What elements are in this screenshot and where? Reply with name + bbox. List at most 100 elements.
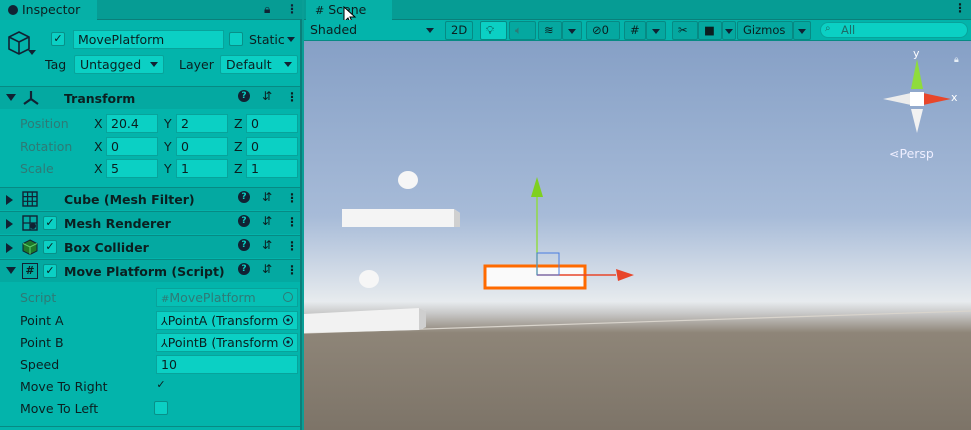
gizmo-negx-cone-icon[interactable] — [883, 93, 911, 105]
chevron-down-icon — [426, 28, 434, 33]
persp-label: Persp — [899, 146, 934, 161]
tools-toggle[interactable]: ✂ — [672, 21, 698, 40]
help-icon[interactable]: ? — [238, 239, 250, 251]
foldout-collapsed-icon[interactable] — [6, 219, 13, 229]
foldout-expanded-icon[interactable] — [6, 94, 16, 101]
rotation-z-field[interactable]: 0 — [246, 137, 298, 156]
platform-lower[interactable] — [304, 308, 426, 333]
selected-move-platform[interactable] — [483, 264, 587, 290]
active-checkbox[interactable]: ✓ — [51, 32, 65, 46]
hidden-count: 0 — [601, 23, 609, 37]
box-collider-header[interactable]: ✓ Box Collider ? ⇵ ⋮ — [0, 235, 300, 258]
effects-toggle[interactable]: ≋ — [538, 21, 562, 40]
hidden-objects-toggle[interactable]: ⊘0 — [586, 21, 620, 40]
scene-tab-menu-icon[interactable]: ⋮ — [954, 1, 966, 15]
scale-x-field[interactable]: 5 — [106, 159, 158, 178]
preset-icon[interactable]: ⇵ — [262, 262, 272, 276]
gizmo-y-cone-icon[interactable] — [911, 59, 923, 89]
preset-icon[interactable]: ⇵ — [262, 238, 272, 252]
layer-dropdown[interactable]: Default — [220, 55, 298, 74]
transform-header[interactable]: Transform ? ⇵ ⋮ — [0, 86, 300, 109]
gizmo-y-label: y — [913, 47, 920, 60]
point-b-field[interactable]: ⅄PointB (Transform — [156, 333, 298, 352]
box-collider-enabled-checkbox[interactable]: ✓ — [43, 240, 57, 254]
gizmo-x-cone-icon[interactable] — [923, 93, 951, 105]
toggle-2d-button[interactable]: 2D — [445, 21, 473, 40]
preset-icon[interactable]: ⇵ — [262, 214, 272, 228]
help-icon[interactable]: ? — [238, 90, 250, 102]
icon-dropdown-arrow[interactable] — [28, 50, 36, 55]
camera-toggle[interactable]: ■ — [698, 21, 722, 40]
gizmo-lock-icon[interactable]: 🔒︎ — [954, 55, 959, 65]
mesh-renderer-enabled-checkbox[interactable]: ✓ — [43, 216, 57, 230]
grid-dropdown[interactable] — [646, 21, 666, 40]
scene-tab-bar: # Scene ⋮ — [304, 0, 971, 26]
position-z-field[interactable]: 0 — [246, 114, 298, 133]
preset-icon[interactable]: ⇵ — [262, 89, 272, 103]
scale-y-field[interactable]: 1 — [176, 159, 228, 178]
mesh-filter-header[interactable]: Cube (Mesh Filter) ? ⇵ ⋮ — [0, 187, 300, 210]
foldout-collapsed-icon[interactable] — [6, 243, 13, 253]
position-x-field[interactable]: 20.4 — [106, 114, 158, 133]
preset-icon[interactable]: ⇵ — [262, 190, 272, 204]
object-picker-icon[interactable] — [283, 315, 293, 325]
help-icon[interactable]: ? — [238, 215, 250, 227]
context-menu-icon[interactable]: ⋮ — [286, 263, 298, 277]
camera-dropdown[interactable] — [722, 21, 736, 40]
scene-search-input[interactable]: ⌕ All — [820, 22, 968, 38]
move-to-left-checkbox[interactable] — [154, 401, 168, 415]
gizmo-x-arrow-icon[interactable] — [616, 269, 634, 281]
grid-toggle[interactable]: # — [624, 21, 646, 40]
foldout-expanded-icon[interactable] — [6, 267, 16, 274]
rotation-y-field[interactable]: 0 — [176, 137, 228, 156]
help-icon[interactable]: ? — [238, 191, 250, 203]
context-menu-icon[interactable]: ⋮ — [286, 215, 298, 229]
gizmos-dropdown[interactable] — [793, 21, 811, 40]
scene-objects — [304, 171, 971, 334]
speed-label: Speed — [20, 357, 60, 372]
context-menu-icon[interactable]: ⋮ — [286, 191, 298, 205]
mesh-renderer-icon — [22, 215, 38, 234]
effects-dropdown[interactable] — [562, 21, 582, 40]
axis-y-label: Y — [164, 161, 172, 176]
gizmo-center-cube[interactable] — [910, 92, 924, 106]
context-menu-icon[interactable]: ⋮ — [286, 90, 298, 104]
script-enabled-checkbox[interactable]: ✓ — [43, 264, 57, 278]
orientation-gizmo[interactable]: y x — [877, 47, 958, 146]
perspective-toggle[interactable]: ⋖Persp — [889, 146, 934, 161]
static-dropdown-arrow[interactable] — [287, 37, 295, 42]
static-checkbox[interactable] — [229, 32, 243, 46]
move-platform-script-header[interactable]: # ✓ Move Platform (Script) ? ⇵ ⋮ — [0, 259, 300, 282]
gizmo-y-arrow-icon[interactable] — [531, 177, 543, 197]
tag-dropdown[interactable]: Untagged — [74, 55, 164, 74]
help-icon[interactable]: ? — [238, 263, 250, 275]
position-y-field[interactable]: 2 — [176, 114, 228, 133]
object-picker-icon[interactable] — [283, 337, 293, 347]
context-menu-icon[interactable]: ⋮ — [286, 239, 298, 253]
mesh-renderer-header[interactable]: ✓ Mesh Renderer ? ⇵ ⋮ — [0, 211, 300, 234]
tab-inspector[interactable]: Inspector — [0, 0, 97, 20]
platform-upper[interactable] — [342, 209, 460, 227]
lock-icon[interactable]: 🔒︎ — [264, 2, 270, 17]
rotation-x-field[interactable]: 0 — [106, 137, 158, 156]
tag-label: Tag — [45, 57, 67, 72]
point-a-field[interactable]: ⅄PointA (Transform — [156, 311, 298, 330]
gizmo-negy-cone-icon[interactable] — [911, 109, 923, 133]
gizmos-button[interactable]: Gizmos — [737, 21, 793, 40]
scale-z-field[interactable]: 1 — [246, 159, 298, 178]
shading-mode-dropdown[interactable]: Shaded — [304, 21, 437, 40]
position-label: Position — [20, 116, 69, 131]
tab-menu-icon[interactable]: ⋮ — [286, 2, 298, 16]
perspective-icon: ⋖ — [889, 146, 900, 161]
foldout-collapsed-icon[interactable] — [6, 195, 13, 205]
transform-title: Transform — [64, 91, 136, 106]
sphere-lower[interactable] — [359, 270, 379, 288]
lighting-toggle[interactable]: 💡︎ — [480, 21, 507, 40]
audio-toggle[interactable]: 🔈︎ — [509, 21, 536, 40]
speed-field[interactable]: 10 — [156, 355, 298, 374]
lightbulb-icon: 💡︎ — [486, 23, 495, 37]
object-name-field[interactable]: MovePlatform — [73, 30, 224, 49]
sphere-upper[interactable] — [398, 171, 418, 189]
scene-viewport[interactable]: y x 🔒︎ ⋖Persp — [304, 41, 971, 430]
move-to-right-checkbox[interactable]: ✓ — [154, 378, 168, 392]
